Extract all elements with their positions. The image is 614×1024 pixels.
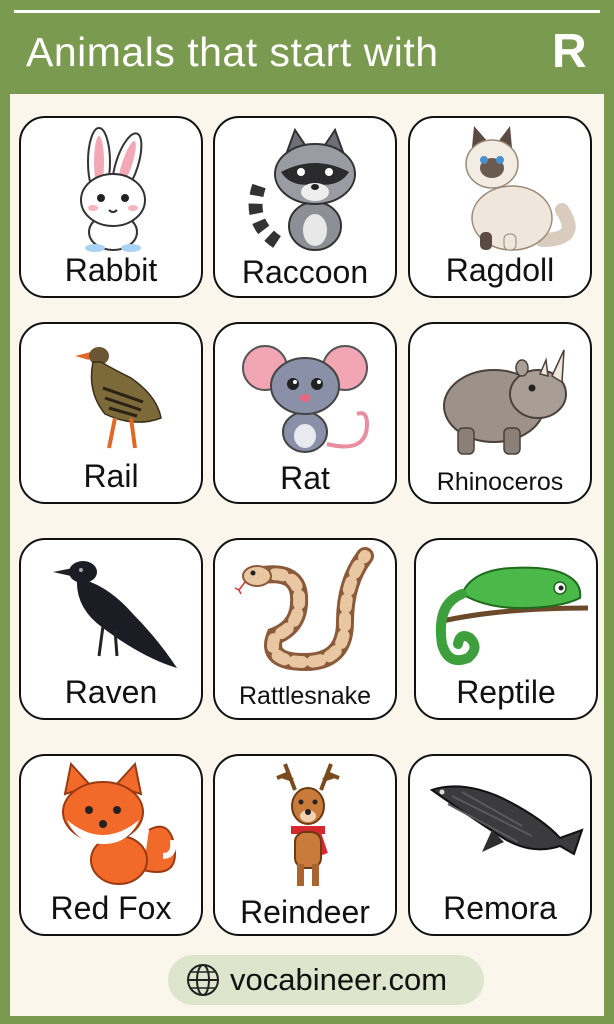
header-rule (14, 10, 600, 13)
header: Animals that start with R (0, 0, 614, 92)
card-rattlesnake: Rattlesnake (213, 538, 397, 720)
remora-fish-icon (429, 785, 584, 856)
globe-icon (187, 964, 219, 996)
raven-icon (53, 561, 177, 668)
rabbit-icon (80, 127, 146, 252)
site-url: vocabineer.com (230, 962, 448, 997)
card-rail: Rail (19, 322, 203, 504)
red-fox-icon (62, 761, 177, 885)
card-label: Rat (280, 460, 330, 496)
title-letter: R (552, 25, 587, 78)
rail-bird-icon (75, 347, 162, 449)
card-raven: Raven (19, 538, 203, 720)
rat-icon (242, 345, 370, 453)
card-rhinoceros: Rhinoceros (408, 322, 592, 504)
card-red-fox: Red Fox (19, 754, 203, 936)
card-label: Red Fox (50, 890, 172, 926)
card-label: Rail (83, 458, 139, 494)
card-label: Reindeer (240, 894, 370, 930)
card-label: Raccoon (241, 254, 369, 290)
raccoon-icon (248, 127, 356, 251)
card-rabbit: Rabbit (19, 116, 203, 298)
ragdoll-cat-icon (465, 126, 576, 251)
card-ragdoll: Ragdoll (408, 116, 592, 298)
card-label: Rhinoceros (436, 468, 564, 496)
page-title: Animals that start with (26, 29, 439, 75)
card-reptile: Reptile (414, 538, 598, 720)
card-label: Ragdoll (445, 252, 555, 288)
reindeer-icon (276, 763, 340, 886)
card-label: Rabbit (64, 252, 158, 288)
card-remora: Remora (408, 754, 592, 936)
site-badge[interactable]: vocabineer.com (168, 955, 484, 1005)
card-reindeer: Reindeer (213, 754, 397, 936)
chameleon-icon (436, 566, 589, 666)
card-label: Remora (443, 890, 557, 926)
rattlesnake-icon (234, 547, 374, 672)
card-rat: Rat (213, 322, 397, 504)
card-label: Rattlesnake (238, 682, 372, 710)
rhinoceros-icon (443, 349, 567, 455)
card-raccoon: Raccoon (213, 116, 397, 298)
card-label: Reptile (456, 674, 556, 710)
card-label: Raven (64, 674, 158, 710)
